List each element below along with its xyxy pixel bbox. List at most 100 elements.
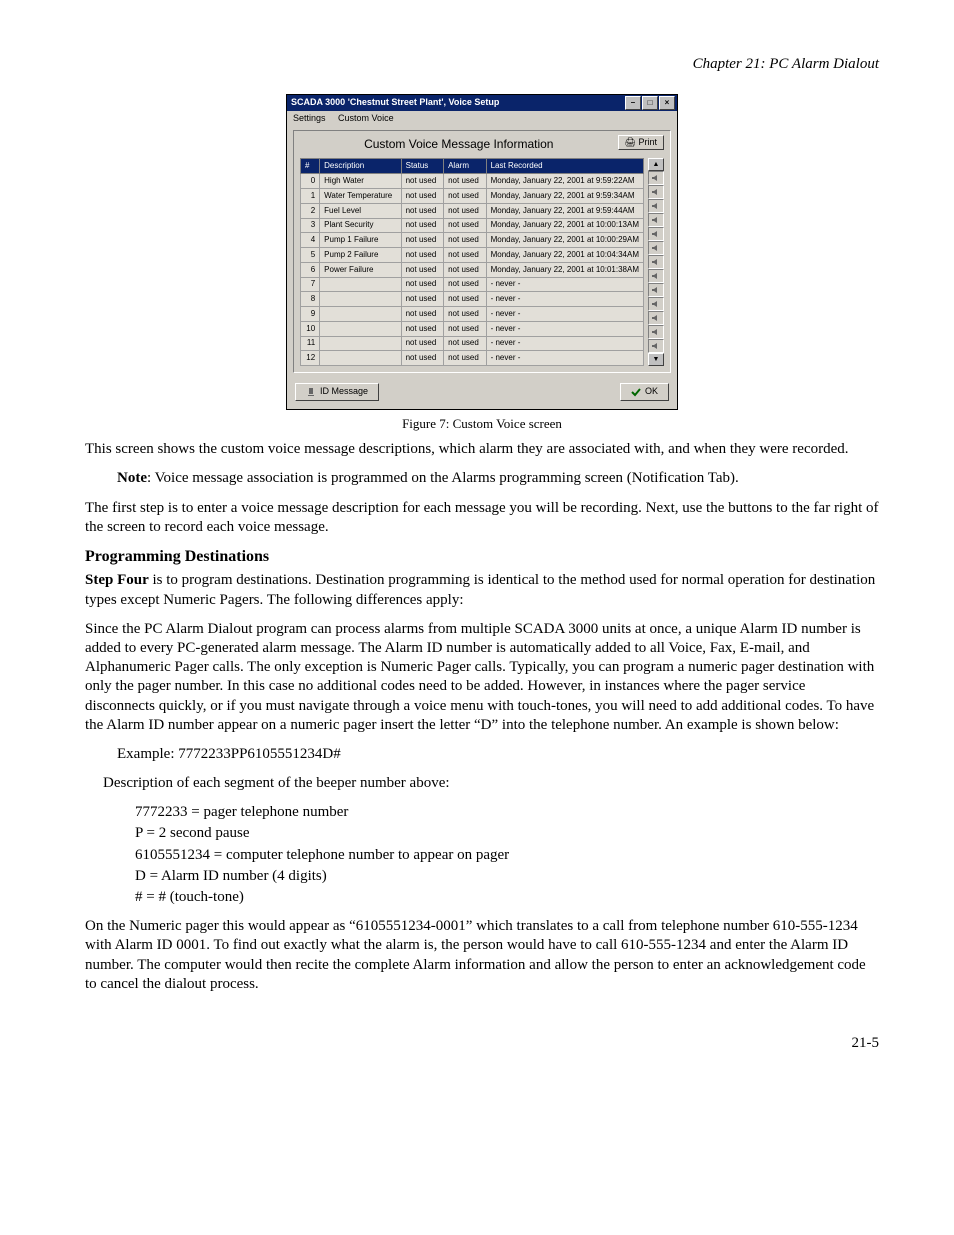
col-status: Status xyxy=(401,159,443,174)
table-row[interactable]: 4Pump 1 Failurenot usednot usedMonday, J… xyxy=(301,233,644,248)
table-row[interactable]: 6Power Failurenot usednot usedMonday, Ja… xyxy=(301,262,644,277)
table-row[interactable]: 3Plant Securitynot usednot usedMonday, J… xyxy=(301,218,644,233)
cell-idx: 0 xyxy=(301,174,320,189)
cell-idx: 9 xyxy=(301,307,320,322)
cell-desc[interactable]: Pump 2 Failure xyxy=(320,248,401,263)
cell-alarm: not used xyxy=(444,321,487,336)
cell-desc[interactable]: High Water xyxy=(320,174,401,189)
cell-status: not used xyxy=(401,262,443,277)
record-row-button[interactable] xyxy=(648,311,664,325)
body-p3: The first step is to enter a voice messa… xyxy=(85,499,879,537)
cell-status: not used xyxy=(401,203,443,218)
scroll-up-icon[interactable]: ▲ xyxy=(648,158,664,171)
cell-idx: 12 xyxy=(301,351,320,366)
maximize-icon[interactable]: □ xyxy=(642,96,658,110)
cell-desc[interactable]: Water Temperature xyxy=(320,189,401,204)
close-icon[interactable]: × xyxy=(659,96,675,110)
chapter-header: Chapter 21: PC Alarm Dialout xyxy=(85,55,879,74)
ok-button[interactable]: OK xyxy=(620,383,669,401)
panel-title: Custom Voice Message Information xyxy=(300,137,664,152)
cell-desc[interactable] xyxy=(320,321,401,336)
speaker-icon xyxy=(651,216,661,224)
cell-recorded: Monday, January 22, 2001 at 9:59:22AM xyxy=(486,174,643,189)
print-button[interactable]: 🖨 Print xyxy=(618,135,664,151)
scroll-down-icon[interactable]: ▼ xyxy=(648,353,664,366)
cell-desc[interactable]: Fuel Level xyxy=(320,203,401,218)
table-row[interactable]: 9not usednot used- never - xyxy=(301,307,644,322)
table-row[interactable]: 2Fuel Levelnot usednot usedMonday, Janua… xyxy=(301,203,644,218)
page-number: 21-5 xyxy=(85,1034,879,1053)
seg3: 6105551234 = computer telephone number t… xyxy=(135,846,879,865)
table-row[interactable]: 1Water Temperaturenot usednot usedMonday… xyxy=(301,189,644,204)
record-row-button[interactable] xyxy=(648,213,664,227)
table-row[interactable]: 0High Waternot usednot usedMonday, Janua… xyxy=(301,174,644,189)
record-row-button[interactable] xyxy=(648,171,664,185)
cell-recorded: Monday, January 22, 2001 at 10:01:38AM xyxy=(486,262,643,277)
cell-idx: 1 xyxy=(301,189,320,204)
panel: 🖨 Print Custom Voice Message Information… xyxy=(293,130,671,373)
cell-status: not used xyxy=(401,292,443,307)
check-icon xyxy=(631,387,641,397)
record-row-button[interactable] xyxy=(648,297,664,311)
cell-alarm: not used xyxy=(444,203,487,218)
record-row-button[interactable] xyxy=(648,227,664,241)
cell-desc[interactable] xyxy=(320,292,401,307)
record-row-button[interactable] xyxy=(648,255,664,269)
cell-desc[interactable]: Plant Security xyxy=(320,218,401,233)
segments-intro: Description of each segment of the beepe… xyxy=(103,774,879,793)
col-alarm: Alarm xyxy=(444,159,487,174)
cell-idx: 2 xyxy=(301,203,320,218)
cell-desc[interactable]: Pump 1 Failure xyxy=(320,233,401,248)
cell-idx: 8 xyxy=(301,292,320,307)
cell-desc[interactable] xyxy=(320,351,401,366)
id-message-button[interactable]: ID Message xyxy=(295,383,379,401)
cell-recorded: Monday, January 22, 2001 at 9:59:34AM xyxy=(486,189,643,204)
cell-desc[interactable] xyxy=(320,336,401,351)
cell-status: not used xyxy=(401,321,443,336)
cell-recorded: Monday, January 22, 2001 at 10:00:29AM xyxy=(486,233,643,248)
cell-alarm: not used xyxy=(444,351,487,366)
voice-grid[interactable]: # Description Status Alarm Last Recorded… xyxy=(300,158,644,366)
speaker-icon xyxy=(651,188,661,196)
heading-programming-destinations: Programming Destinations xyxy=(85,547,879,567)
window-title: SCADA 3000 'Chestnut Street Plant', Voic… xyxy=(291,97,624,109)
speaker-icon xyxy=(651,272,661,280)
menu-custom-voice[interactable]: Custom Voice xyxy=(338,113,394,123)
record-row-button[interactable] xyxy=(648,269,664,283)
cell-alarm: not used xyxy=(444,336,487,351)
record-row-button[interactable] xyxy=(648,325,664,339)
cell-status: not used xyxy=(401,218,443,233)
record-row-button[interactable] xyxy=(648,283,664,297)
record-row-button[interactable] xyxy=(648,199,664,213)
record-row-button[interactable] xyxy=(648,339,664,353)
speaker-icon xyxy=(651,174,661,182)
seg5: # = # (touch-tone) xyxy=(135,888,879,907)
cell-desc[interactable] xyxy=(320,277,401,292)
cell-status: not used xyxy=(401,351,443,366)
speaker-icon xyxy=(651,202,661,210)
col-desc: Description xyxy=(320,159,401,174)
cell-alarm: not used xyxy=(444,218,487,233)
titlebar: SCADA 3000 'Chestnut Street Plant', Voic… xyxy=(287,95,677,111)
menu-settings[interactable]: Settings xyxy=(293,113,326,123)
cell-recorded: Monday, January 22, 2001 at 9:59:44AM xyxy=(486,203,643,218)
table-row[interactable]: 7not usednot used- never - xyxy=(301,277,644,292)
table-row[interactable]: 11not usednot used- never - xyxy=(301,336,644,351)
col-idx: # xyxy=(301,159,320,174)
cell-recorded: - never - xyxy=(486,277,643,292)
table-row[interactable]: 5Pump 2 Failurenot usednot usedMonday, J… xyxy=(301,248,644,263)
cell-alarm: not used xyxy=(444,307,487,322)
table-row[interactable]: 10not usednot used- never - xyxy=(301,321,644,336)
record-row-button[interactable] xyxy=(648,185,664,199)
voice-setup-window: SCADA 3000 'Chestnut Street Plant', Voic… xyxy=(286,94,678,409)
table-row[interactable]: 12not usednot used- never - xyxy=(301,351,644,366)
cell-desc[interactable]: Power Failure xyxy=(320,262,401,277)
record-row-button[interactable] xyxy=(648,241,664,255)
seg1: 7772233 = pager telephone number xyxy=(135,803,879,822)
minimize-icon[interactable]: – xyxy=(625,96,641,110)
cell-idx: 6 xyxy=(301,262,320,277)
cell-status: not used xyxy=(401,307,443,322)
speaker-icon xyxy=(651,258,661,266)
table-row[interactable]: 8not usednot used- never - xyxy=(301,292,644,307)
cell-desc[interactable] xyxy=(320,307,401,322)
